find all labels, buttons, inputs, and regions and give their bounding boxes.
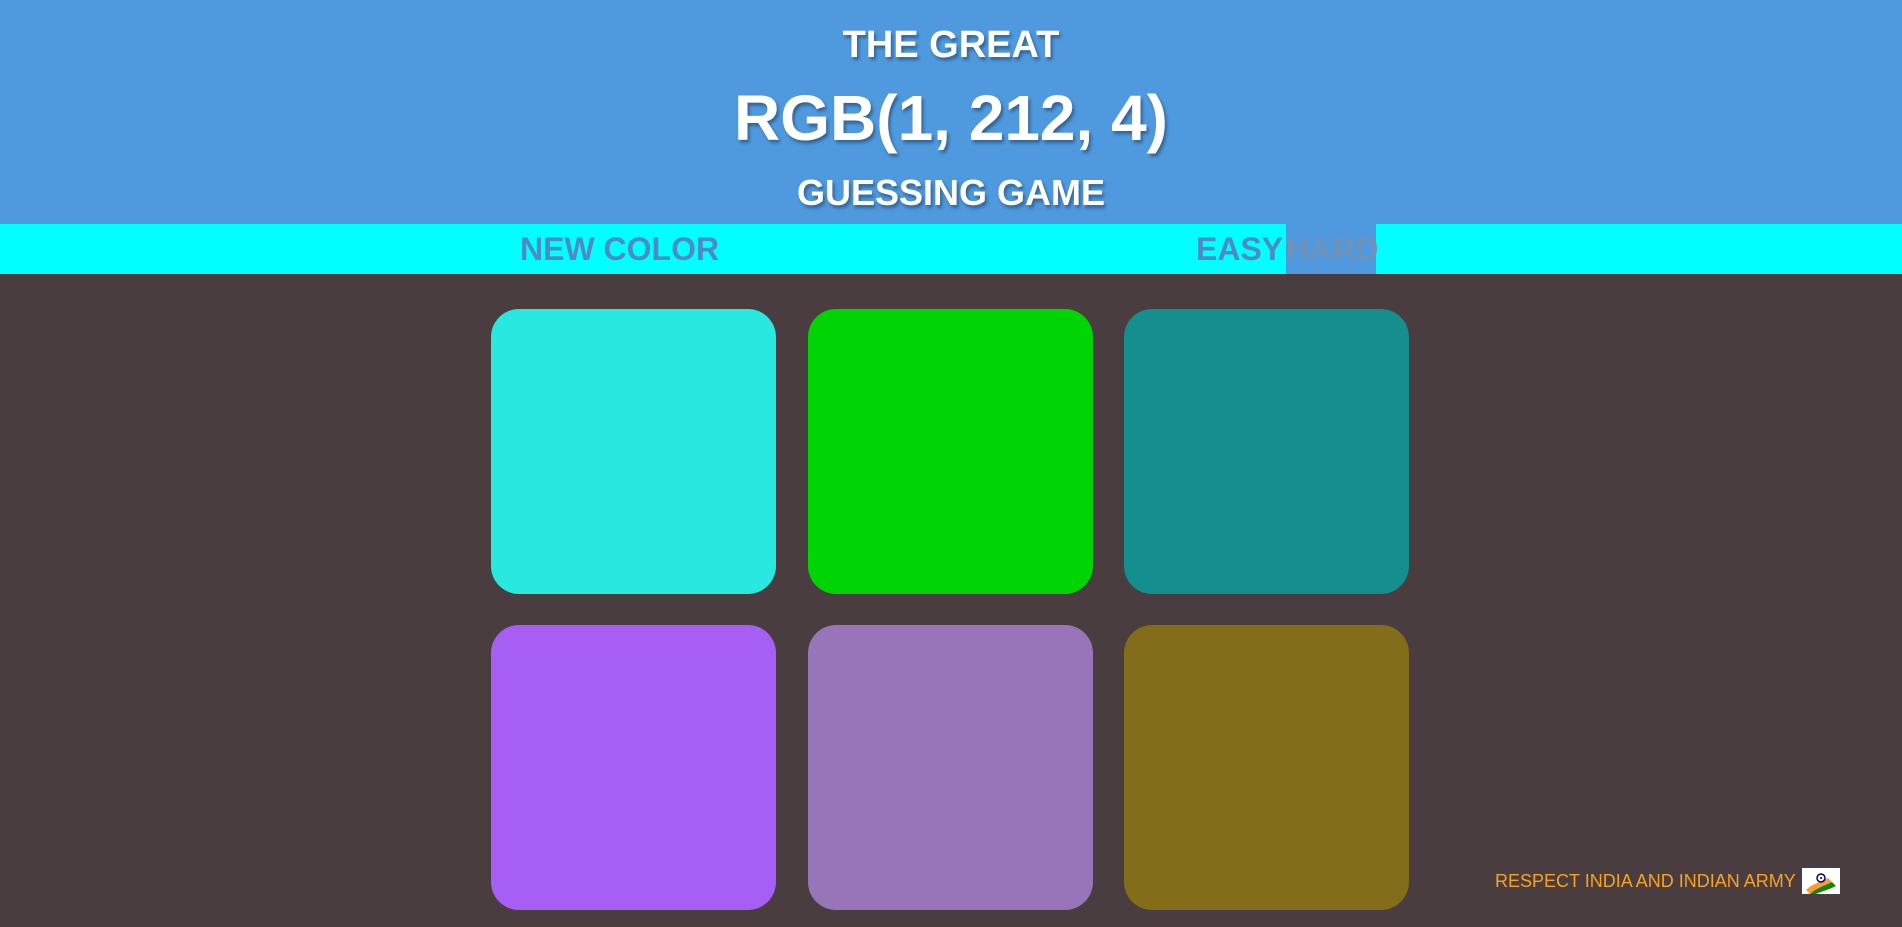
color-square[interactable] bbox=[1124, 309, 1409, 594]
new-color-button[interactable]: NEW COLOR bbox=[514, 224, 725, 274]
color-square[interactable] bbox=[808, 625, 1093, 910]
india-flag-icon bbox=[1801, 868, 1840, 894]
easy-mode-button[interactable]: EASY bbox=[1190, 224, 1289, 274]
footer-text: RESPECT INDIA AND INDIAN ARMY bbox=[1495, 871, 1796, 891]
game-page: THE GREAT RGB(1, 212, 4) GUESSING GAME N… bbox=[0, 0, 1902, 927]
footer: RESPECT INDIA AND INDIAN ARMY bbox=[1495, 868, 1840, 894]
color-square[interactable] bbox=[491, 625, 776, 910]
color-square[interactable] bbox=[491, 309, 776, 594]
title-bottom: GUESSING GAME bbox=[796, 172, 1106, 213]
color-squares-grid bbox=[491, 309, 1409, 910]
hard-mode-button[interactable]: HARD bbox=[1286, 224, 1378, 274]
header: THE GREAT RGB(1, 212, 4) GUESSING GAME bbox=[0, 0, 1902, 224]
rgb-display: RGB(1, 212, 4) bbox=[734, 82, 1168, 154]
title-top: THE GREAT bbox=[842, 24, 1060, 66]
color-square[interactable] bbox=[1124, 625, 1409, 910]
color-square[interactable] bbox=[808, 309, 1093, 594]
toolbar: NEW COLOR EASY HARD bbox=[0, 224, 1902, 274]
